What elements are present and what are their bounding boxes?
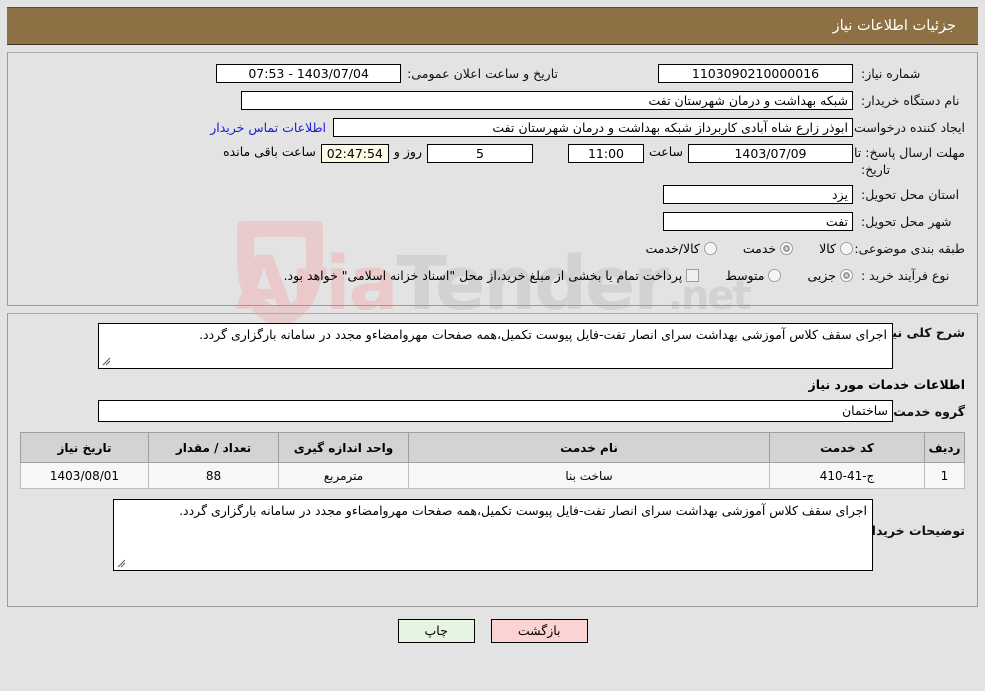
requester-label: ایجاد کننده درخواست: (849, 120, 965, 135)
resize-grip-icon-2[interactable] (117, 559, 126, 568)
page-title: جزئیات اطلاعات نیاز (832, 18, 956, 34)
treasury-checkbox-group[interactable]: پرداخت تمام یا بخشی از مبلغ خرید،از محل … (284, 268, 700, 283)
page-root: AriaTender.net جزئیات اطلاعات نیاز شماره… (0, 0, 985, 691)
row-general-desc: شرح کلی نیاز: اجرای سقف کلاس آموزشی بهدا… (20, 323, 965, 369)
service-group-label: گروه خدمت: (888, 403, 965, 419)
category-label: طبقه بندی موضوعی: (854, 241, 965, 256)
row-province: استان محل تحویل: یزد (20, 184, 965, 205)
table-row: 1 ج-41-410 ساخت بنا مترمربع 88 1403/08/0… (20, 462, 965, 489)
buyer-contact-link[interactable]: اطلاعات تماس خریدار (203, 120, 333, 135)
cell-quantity: 88 (148, 462, 279, 489)
announce-label: تاریخ و ساعت اعلان عمومی: (407, 66, 558, 81)
th-radif: ردیف (924, 432, 965, 463)
radio-icon-kala[interactable] (840, 242, 853, 255)
radio-icon-motavaset[interactable] (768, 269, 782, 282)
row-buyer-org: نام دستگاه خریدار: شبکه بهداشت و درمان ش… (20, 90, 965, 111)
category-option-khedmat-label: خدمت (742, 241, 777, 256)
category-option-kala[interactable]: کالا (819, 241, 853, 256)
need-summary-panel: شماره نیاز: 1103090210000016 تاریخ و ساع… (7, 52, 978, 306)
category-option-khedmat[interactable]: خدمت (742, 241, 794, 256)
remaining-time-field: 02:47:54 (320, 144, 389, 163)
announce-datetime-field: 1403/07/04 - 07:53 (216, 64, 402, 83)
radio-icon-jozii[interactable] (840, 269, 853, 282)
cell-unit: مترمربع (278, 462, 409, 489)
services-section-title: اطلاعات خدمات مورد نیاز (808, 377, 966, 392)
cell-name: ساخت بنا (408, 462, 770, 489)
process-option-motavaset-label: متوسط (725, 268, 765, 283)
general-desc-label: شرح کلی نیاز: (875, 325, 965, 340)
service-group-field: ساختمان (98, 400, 893, 422)
province-label: استان محل تحویل: (861, 187, 960, 202)
category-option-kala-label: کالا (819, 241, 836, 256)
deadline-hour-field: 11:00 (567, 144, 644, 163)
checkbox-icon-treasury[interactable] (686, 269, 700, 282)
remaining-time-label: ساعت باقی مانده (223, 144, 316, 159)
buyer-notes-box[interactable]: اجرای سقف کلاس آموزشی بهداشت سرای انصار … (113, 499, 873, 571)
th-unit: واحد اندازه گیری (278, 432, 409, 463)
page-title-bar: جزئیات اطلاعات نیاز (7, 7, 978, 45)
treasury-checkbox-label: پرداخت تمام یا بخشی از مبلغ خرید،از محل … (283, 268, 683, 283)
cell-radif: 1 (924, 462, 965, 489)
resize-grip-icon[interactable] (102, 357, 111, 366)
buyer-org-label: نام دستگاه خریدار: (861, 93, 960, 108)
process-option-jozii-label: جزیی (807, 268, 836, 283)
city-field: تفت (663, 212, 853, 231)
province-field: یزد (663, 185, 853, 204)
button-bar: بازگشت چاپ (0, 619, 985, 643)
row-deadline: مهلت ارسال پاسخ: تا تاریخ: 1403/07/09 سا… (20, 144, 965, 178)
services-table: ردیف کد خدمت نام خدمت واحد اندازه گیری ت… (20, 432, 965, 489)
deadline-label-2: تاریخ: (861, 162, 891, 177)
radio-icon-khedmat[interactable] (780, 242, 794, 255)
process-label: نوع فرآیند خرید : (861, 268, 950, 283)
table-header-row: ردیف کد خدمت نام خدمت واحد اندازه گیری ت… (20, 432, 965, 463)
radio-icon-kala-khedmat[interactable] (703, 242, 717, 255)
row-service-group: گروه خدمت: ساختمان (20, 400, 965, 422)
remaining-days-label: روز و (393, 144, 422, 159)
need-number-field: 1103090210000016 (658, 64, 853, 83)
buyer-notes-label: توضیحات خریدار: (859, 523, 965, 538)
back-button[interactable]: بازگشت (490, 619, 588, 643)
deadline-label: مهلت ارسال پاسخ: تا (854, 145, 965, 160)
row-city: شهر محل تحویل: تفت (20, 211, 965, 232)
row-requester: ایجاد کننده درخواست: ابوذر زارع شاه آباد… (20, 117, 965, 138)
category-option-kala-khedmat[interactable]: کالا/خدمت (645, 241, 717, 256)
city-label: شهر محل تحویل: (861, 214, 952, 229)
general-desc-box[interactable]: اجرای سقف کلاس آموزشی بهداشت سرای انصار … (98, 323, 893, 369)
th-name: نام خدمت (408, 432, 770, 463)
remaining-days-field: 5 (426, 144, 533, 163)
deadline-hour-label: ساعت (648, 144, 683, 159)
process-option-motavaset[interactable]: متوسط (725, 268, 782, 283)
row-buyer-notes: توضیحات خریدار: اجرای سقف کلاس آموزشی به… (20, 499, 965, 571)
category-option-kala-khedmat-label: کالا/خدمت (645, 241, 700, 256)
need-details-panel: شرح کلی نیاز: اجرای سقف کلاس آموزشی بهدا… (7, 313, 978, 607)
process-option-jozii[interactable]: جزیی (807, 268, 853, 283)
row-need-number: شماره نیاز: 1103090210000016 تاریخ و ساع… (20, 63, 965, 84)
cell-date: 1403/08/01 (20, 462, 149, 489)
print-button[interactable]: چاپ (397, 619, 475, 643)
deadline-date-field: 1403/07/09 (688, 144, 853, 163)
need-number-label: شماره نیاز: (861, 66, 921, 81)
buyer-notes-value: اجرای سقف کلاس آموزشی بهداشت سرای انصار … (179, 503, 867, 518)
cell-code: ج-41-410 (769, 462, 925, 489)
th-quantity: تعداد / مقدار (148, 432, 279, 463)
th-date: تاریخ نیاز (20, 432, 149, 463)
requester-field: ابوذر زارع شاه آبادی کاربرداز شبکه بهداش… (333, 118, 853, 137)
general-desc-value: اجرای سقف کلاس آموزشی بهداشت سرای انصار … (199, 327, 887, 342)
buyer-org-field: شبکه بهداشت و درمان شهرستان تفت (241, 91, 853, 110)
row-category: طبقه بندی موضوعی: کالا خدمت کالا/خدمت (20, 238, 965, 259)
row-process: نوع فرآیند خرید : جزیی متوسط پرداخت تمام… (20, 265, 965, 286)
th-code: کد خدمت (769, 432, 925, 463)
